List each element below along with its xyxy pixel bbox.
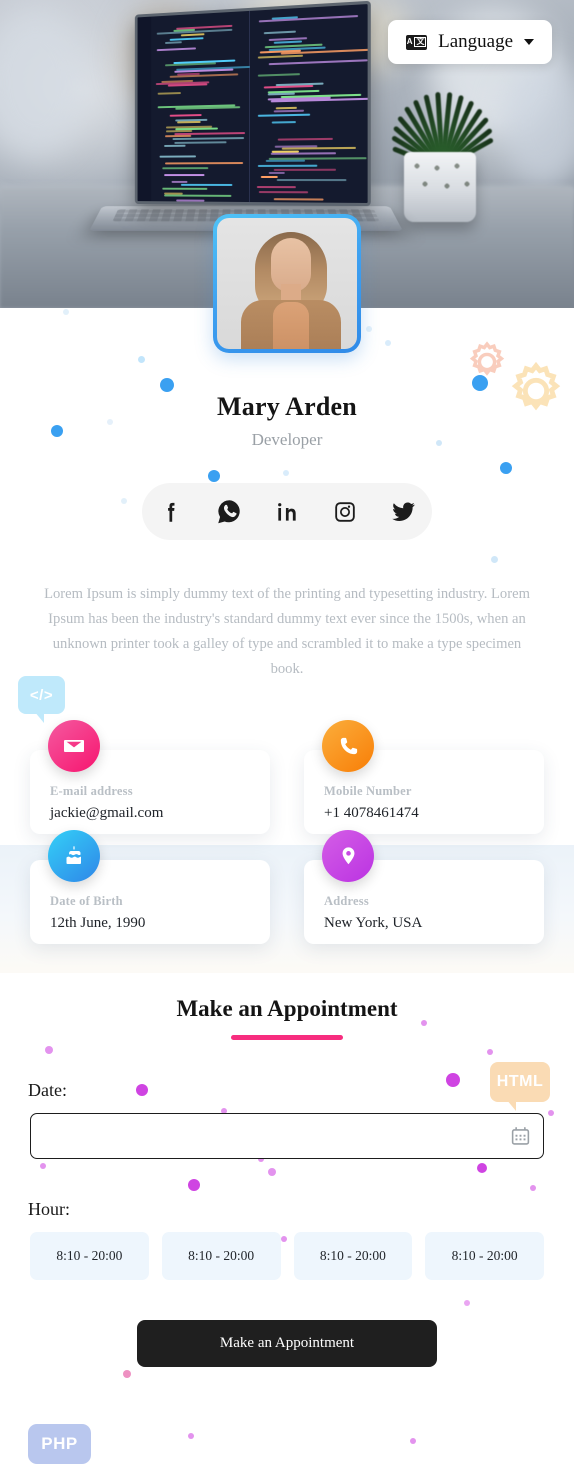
date-field-label: Date:: [28, 1080, 67, 1100]
instagram-icon[interactable]: [330, 497, 360, 527]
decorative-dot: [500, 462, 512, 474]
contact-cards: E-mail address jackie@gmail.com Mobile N…: [30, 720, 544, 944]
decorative-dot: [410, 1438, 416, 1444]
profile-bio: Lorem Ipsum is simply dummy text of the …: [44, 586, 530, 677]
appointment-title: Make an Appointment: [176, 996, 398, 1021]
contact-card-value: New York, USA: [324, 915, 423, 931]
contact-card-address[interactable]: Address New York, USA: [304, 830, 544, 944]
chevron-down-icon: [524, 39, 534, 45]
cake-icon: [48, 830, 100, 882]
calendar-icon[interactable]: [510, 1126, 531, 1147]
contact-card-email[interactable]: E-mail address jackie@gmail.com: [30, 720, 270, 834]
appointment-title-underline: [231, 1035, 343, 1040]
contact-card-label: Mobile Number: [324, 784, 412, 798]
social-links-bar: [142, 483, 432, 540]
decorative-dot: [208, 470, 220, 482]
contact-card-value: jackie@gmail.com: [50, 805, 164, 821]
code-editor-content: [137, 4, 371, 203]
language-selector-button[interactable]: A文 Language: [388, 20, 552, 64]
code-tag-badge-label: </>: [29, 686, 54, 704]
whatsapp-icon[interactable]: [214, 497, 244, 527]
date-input[interactable]: [43, 1127, 510, 1145]
twitter-icon[interactable]: [388, 497, 418, 527]
profile-name: Mary Arden: [217, 392, 357, 421]
php-badge: PHP: [28, 1424, 91, 1464]
location-pin-icon: [322, 830, 374, 882]
hour-field-label: Hour:: [28, 1199, 70, 1219]
envelope-icon: [48, 720, 100, 772]
avatar: [213, 214, 361, 353]
linkedin-icon[interactable]: [272, 497, 302, 527]
date-input-wrapper[interactable]: [30, 1113, 544, 1159]
decorative-dot: [283, 470, 289, 476]
facebook-icon[interactable]: [156, 497, 186, 527]
laptop-screen: [134, 0, 371, 207]
contact-card-value: 12th June, 1990: [50, 915, 146, 931]
hour-slot[interactable]: 8:10 - 20:00: [425, 1232, 544, 1280]
decorative-dot: [491, 556, 498, 563]
hour-slot-list: 8:10 - 20:00 8:10 - 20:00 8:10 - 20:00 8…: [30, 1232, 544, 1280]
language-label: Language: [438, 31, 513, 52]
hour-slot[interactable]: 8:10 - 20:00: [161, 1232, 281, 1280]
contact-card-label: E-mail address: [50, 784, 133, 798]
contact-card-dob[interactable]: Date of Birth 12th June, 1990: [30, 830, 270, 944]
phone-icon: [322, 720, 374, 772]
translate-icon: A文: [406, 34, 428, 50]
php-badge-label: PHP: [41, 1434, 78, 1453]
contact-card-value: +1 4078461474: [324, 805, 419, 821]
hour-slot[interactable]: 8:10 - 20:00: [293, 1232, 413, 1280]
decorative-dot: [188, 1433, 194, 1439]
contact-card-label: Date of Birth: [50, 894, 123, 908]
contact-card-mobile[interactable]: Mobile Number +1 4078461474: [304, 720, 544, 834]
hour-slot[interactable]: 8:10 - 20:00: [30, 1232, 149, 1280]
make-appointment-button[interactable]: Make an Appointment: [137, 1320, 437, 1367]
profile-role: Developer: [251, 430, 323, 449]
avatar-image: [217, 218, 357, 349]
plant-pot: [404, 152, 476, 222]
decorative-dot: [121, 498, 127, 504]
contact-card-label: Address: [324, 894, 369, 908]
appointment-section: Make an Appointment Date: Hour: 8:10 - 2…: [0, 996, 574, 1409]
